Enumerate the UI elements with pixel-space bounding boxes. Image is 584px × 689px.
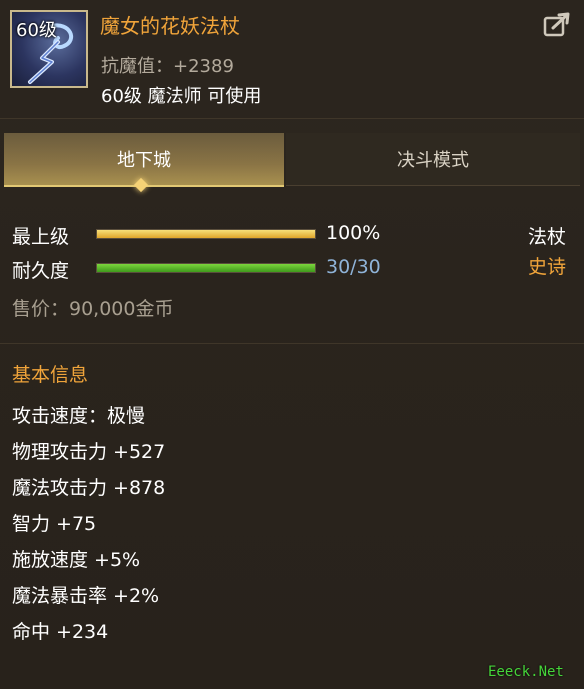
attr-attack-speed: 攻击速度：极慢 — [12, 405, 146, 427]
attr-hit-rate: 命中 +234 — [12, 621, 109, 643]
level-value: 100% — [326, 222, 381, 244]
attr-cast-speed: 施放速度 +5% — [12, 549, 141, 571]
item-icon-frame: 60级 — [10, 10, 88, 88]
attr-magic-crit: 魔法暴击率 +2% — [12, 585, 160, 607]
level-bar-fill — [97, 230, 315, 238]
level-label: 最上级 — [12, 226, 70, 248]
durability-label: 耐久度 — [12, 260, 70, 282]
item-level-badge: 60级 — [16, 20, 57, 41]
share-button[interactable] — [540, 10, 574, 40]
item-header: 60级 魔女的花妖法杖 抗魔值：+2389 60级 魔法师 可使用 — [0, 0, 584, 118]
mode-tabs: 地下城 决斗模式 — [0, 133, 584, 187]
section-divider — [0, 343, 584, 344]
level-bar — [96, 229, 316, 239]
item-tooltip-panel: 60级 魔女的花妖法杖 抗魔值：+2389 60级 魔法师 可使用 地下城 决斗… — [0, 0, 584, 689]
watermark: Eeeck.Net — [488, 664, 564, 680]
attribute-list: 攻击速度：极慢 物理攻击力 +527 魔法攻击力 +878 智力 +75 施放速… — [12, 398, 165, 650]
magic-resist-stat: 抗魔值：+2389 — [101, 56, 234, 77]
attr-intelligence: 智力 +75 — [12, 513, 97, 535]
durability-value: 30/30 — [326, 256, 381, 278]
sell-price: 售价：90,000金币 — [12, 298, 174, 320]
tab-dungeon[interactable]: 地下城 — [4, 133, 284, 187]
rarity-label: 史诗 — [528, 256, 567, 278]
attr-magic-attack: 魔法攻击力 +878 — [12, 477, 166, 499]
item-name: 魔女的花妖法杖 — [100, 14, 240, 38]
header-divider — [0, 118, 584, 119]
share-icon — [543, 12, 570, 37]
durability-bar — [96, 263, 316, 273]
tab-duel-mode[interactable]: 决斗模式 — [286, 133, 580, 186]
weapon-type: 法杖 — [528, 226, 567, 248]
attr-physical-attack: 物理攻击力 +527 — [12, 441, 166, 463]
basic-info-title: 基本信息 — [12, 364, 89, 386]
durability-bar-fill — [97, 264, 315, 272]
usage-requirement: 60级 魔法师 可使用 — [101, 86, 262, 107]
